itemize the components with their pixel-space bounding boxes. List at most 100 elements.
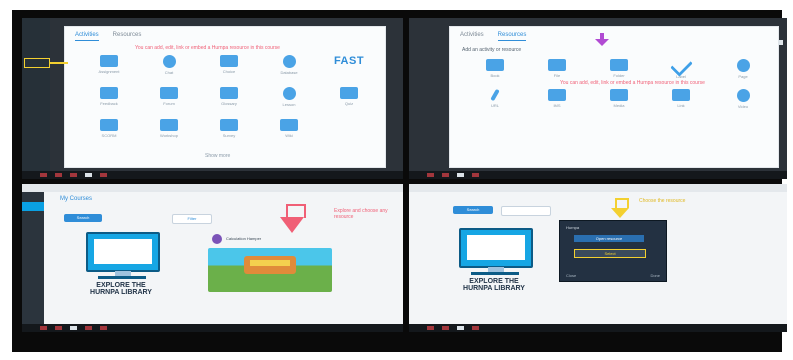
tile-wiki[interactable]: Wiki <box>259 119 319 138</box>
chooser-tabs: Activities Resources <box>75 32 141 41</box>
monitor-icon <box>459 228 533 268</box>
search-button[interactable]: Search <box>64 214 102 222</box>
select-resource-button[interactable]: Select <box>574 249 646 258</box>
tile-scorm[interactable]: SCORM <box>79 119 139 138</box>
show-more-link[interactable]: Show more <box>205 153 230 159</box>
taskbar-app-icon[interactable] <box>472 173 479 177</box>
sidebar-active-item[interactable] <box>22 202 44 211</box>
taskbar-app-icon[interactable] <box>442 173 449 177</box>
monitor-screen <box>467 235 525 260</box>
library-thumbnail[interactable] <box>208 248 332 292</box>
taskbar-app-icon[interactable] <box>85 173 92 177</box>
tile-video[interactable]: Video <box>712 89 774 109</box>
taskbar-app-icon[interactable] <box>70 173 77 177</box>
assignment-icon <box>100 55 118 67</box>
highlighted-menu-item[interactable] <box>24 58 50 68</box>
course-label: Calculation Hamper <box>226 236 262 241</box>
monitor-base <box>98 276 146 279</box>
tile-survey[interactable]: Survey <box>199 119 259 138</box>
search-input[interactable] <box>501 206 551 216</box>
tile-file[interactable]: File <box>526 59 588 79</box>
tile-url[interactable]: URL <box>464 88 526 109</box>
fast-logo: FAST <box>333 55 365 67</box>
activity-grid: Assignment Chat Choice Database FAST Fee… <box>79 55 379 138</box>
popup-title: Hurnpa <box>566 225 580 230</box>
taskbar-app-icon[interactable] <box>85 326 92 330</box>
popup-close[interactable]: Close <box>566 273 576 278</box>
tile-database[interactable]: Database <box>259 55 319 75</box>
chooser-hint: You can add, edit, link or embed a Hurnp… <box>560 80 705 86</box>
filter-button[interactable]: Filter <box>172 214 212 224</box>
tile-fast[interactable]: FAST <box>319 55 379 75</box>
tile-forum[interactable]: Forum <box>139 87 199 107</box>
tile-choice[interactable]: Choice <box>199 55 259 75</box>
tile-glossary[interactable]: Glossary <box>199 87 259 107</box>
forum-icon <box>160 87 178 99</box>
open-resource-button[interactable]: Open resource <box>574 235 644 242</box>
close-icon[interactable] <box>778 40 783 45</box>
tile-media[interactable]: Media <box>588 89 650 109</box>
taskbar-app-icon[interactable] <box>70 326 77 330</box>
pink-arrow-stem <box>286 204 306 218</box>
taskbar-app-icon[interactable] <box>457 326 464 330</box>
tile-label[interactable]: Label <box>650 54 712 79</box>
panel-activities: Activities Resources You can add, edit, … <box>22 18 403 179</box>
tile-folder[interactable]: Folder <box>588 59 650 79</box>
taskbar-app-icon[interactable] <box>100 173 107 177</box>
taskbar <box>409 171 787 179</box>
glossary-icon <box>220 87 238 99</box>
taskbar-app-icon[interactable] <box>427 173 434 177</box>
resource-row-1: Book File Folder Label Page <box>464 54 774 79</box>
explore-library-text: EXPLORE THE HURNPA LIBRARY <box>463 278 525 292</box>
yellow-pointer-arrow <box>50 62 68 64</box>
tile-lesson[interactable]: Lesson <box>259 87 319 107</box>
feedback-icon <box>100 87 118 99</box>
tile-chat[interactable]: Chat <box>139 55 199 75</box>
dark-sidebar <box>22 18 50 179</box>
taskbar-app-icon[interactable] <box>40 173 47 177</box>
taskbar <box>409 324 787 332</box>
lesson-icon <box>282 87 296 100</box>
tab-activities[interactable]: Activities <box>75 32 99 41</box>
taskbar-app-icon[interactable] <box>472 326 479 330</box>
tab-resources[interactable]: Resources <box>113 32 142 41</box>
taskbar-app-icon[interactable] <box>442 326 449 330</box>
course-avatar <box>212 234 222 244</box>
survey-icon <box>220 119 238 131</box>
tile-ims[interactable]: IMS <box>526 89 588 109</box>
tile-page[interactable]: Page <box>712 59 774 79</box>
pink-arrow-down-icon <box>280 217 304 233</box>
taskbar <box>22 324 403 332</box>
chooser-hint: You can add, edit, link or embed a Hurnp… <box>135 45 280 51</box>
app-topbar <box>409 184 787 192</box>
tab-activities[interactable]: Activities <box>460 32 484 41</box>
taskbar-app-icon[interactable] <box>100 326 107 330</box>
tile-workshop[interactable]: Workshop <box>139 119 199 138</box>
scorm-icon <box>100 119 118 131</box>
tile-feedback[interactable]: Feedback <box>79 87 139 107</box>
workshop-icon <box>160 119 178 131</box>
database-icon <box>282 55 296 68</box>
app-sidebar <box>22 192 44 324</box>
taskbar-app-icon[interactable] <box>55 173 62 177</box>
url-icon <box>490 88 500 102</box>
tile-link[interactable]: Link <box>650 89 712 109</box>
tile-book[interactable]: Book <box>464 59 526 79</box>
video-icon <box>736 89 750 102</box>
tab-resources[interactable]: Resources <box>497 32 527 41</box>
popup-done[interactable]: Done <box>650 273 660 278</box>
page-icon <box>736 59 750 72</box>
annotation-text: Choose the resource <box>639 198 686 204</box>
tile-quiz[interactable]: Quiz <box>319 87 379 107</box>
taskbar-app-icon[interactable] <box>427 326 434 330</box>
media-icon <box>610 89 628 101</box>
taskbar-app-icon[interactable] <box>55 326 62 330</box>
link-icon <box>672 89 690 101</box>
taskbar-app-icon[interactable] <box>457 173 464 177</box>
taskbar-app-icon[interactable] <box>40 326 47 330</box>
tile-assignment[interactable]: Assignment <box>79 55 139 75</box>
search-button[interactable]: Search <box>453 206 493 214</box>
page-title: My Courses <box>60 196 93 202</box>
chat-icon <box>162 55 176 68</box>
app-topbar <box>22 184 403 192</box>
